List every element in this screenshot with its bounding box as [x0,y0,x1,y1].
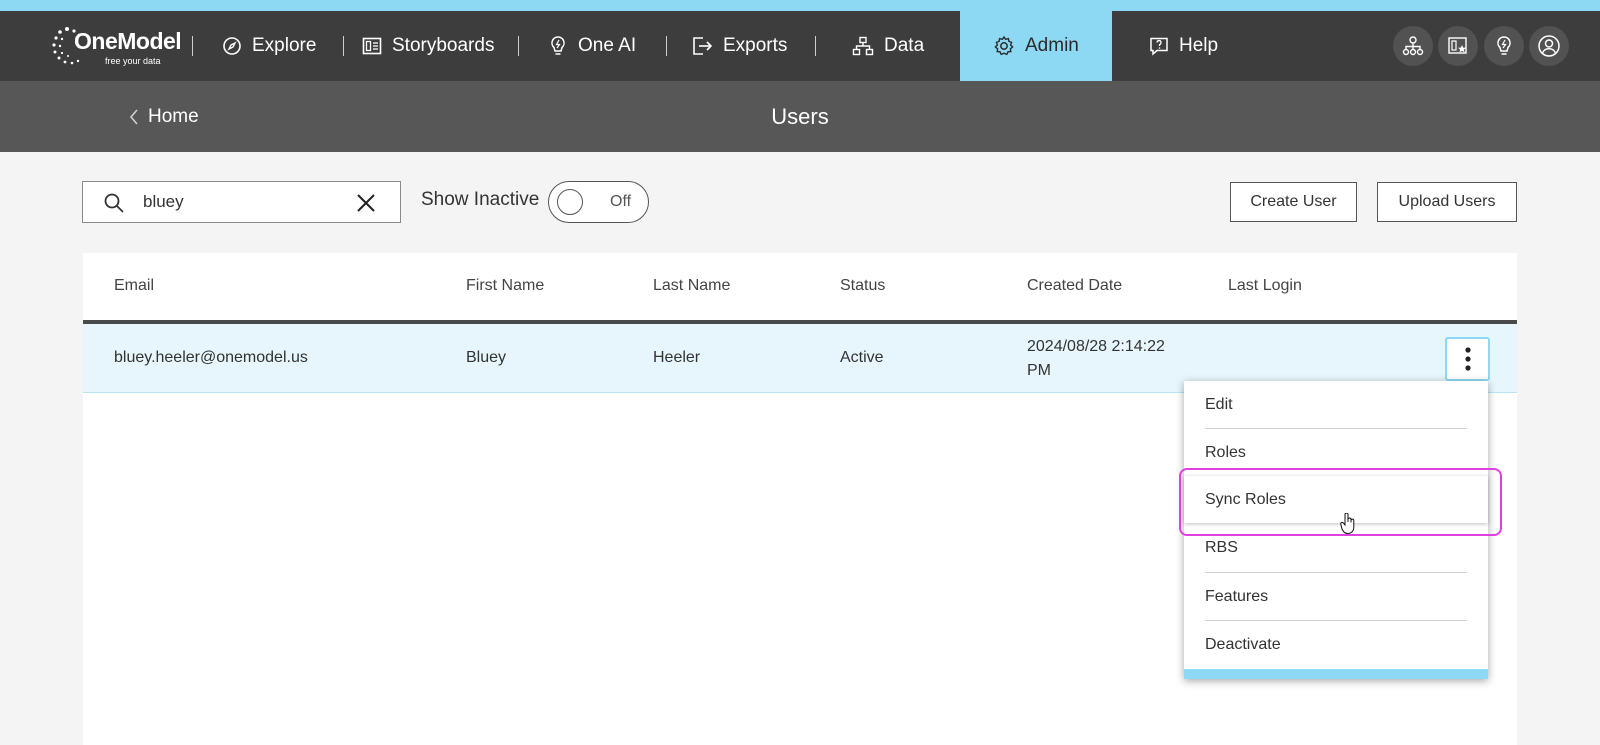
menu-item-deactivate[interactable]: Deactivate [1184,621,1488,668]
top-accent-strip [0,0,1600,11]
cell-status: Active [840,349,884,366]
show-inactive-toggle[interactable]: Off [548,181,649,223]
cell-created-date: 2024/08/28 2:14:22 PM [1027,335,1165,383]
page-header-bar: Home Users [0,81,1600,152]
nav-separator [192,36,193,56]
cell-first-name: Bluey [466,349,507,366]
page-title: Users [771,103,829,129]
favorite-storyboards-button[interactable] [1438,26,1478,66]
search-icon [104,193,124,213]
back-home-label: Home [148,105,199,127]
clear-search-button[interactable] [353,190,379,216]
back-home-link[interactable]: Home [128,81,199,152]
show-inactive-label: Show Inactive [421,189,540,210]
row-actions-button[interactable] [1445,337,1490,381]
menu-item-features[interactable]: Features [1184,573,1488,620]
org-chart-button[interactable] [1393,26,1433,66]
hand-cursor-icon [1340,513,1355,535]
nav-one-ai[interactable]: One AI [548,11,636,81]
chevron-left-icon [129,108,138,125]
kebab-menu-icon [1464,347,1471,371]
nav-data-label: Data [884,35,925,56]
nav-separator [815,36,816,56]
nav-admin-label: Admin [1025,35,1079,56]
gear-icon [994,35,1014,56]
storyboard-icon [362,37,382,55]
nav-explore-label: Explore [252,35,317,56]
nav-admin[interactable]: Admin [960,11,1112,81]
nav-separator [518,36,519,56]
logo-wordmark: OneModel [74,28,182,54]
column-header-email[interactable]: Email [114,277,154,295]
nav-help-label: Help [1179,35,1219,56]
column-header-created-date[interactable]: Created Date [1027,277,1122,295]
nav-data[interactable]: Data [852,11,924,81]
nav-one-ai-label: One AI [578,35,637,56]
toggle-knob [557,189,583,215]
created-date-line2: PM [1027,362,1051,379]
compass-icon [223,37,241,55]
nav-exports-label: Exports [723,35,788,56]
user-profile-icon [1538,35,1560,57]
user-search-box [82,181,401,223]
toggle-state-label: Off [610,193,632,210]
starred-storyboard-icon [1448,37,1467,54]
nav-storyboards-label: Storyboards [392,35,495,56]
user-profile-button[interactable] [1529,26,1569,66]
menu-item-edit[interactable]: Edit [1184,381,1488,428]
nav-explore[interactable]: Explore [222,11,316,81]
column-header-status[interactable]: Status [840,277,885,295]
onemodel-logo[interactable]: OneModel free your data [52,25,182,69]
close-icon [357,194,375,212]
menu-footer-bar [1184,669,1488,679]
nav-separator [666,36,667,56]
export-icon [693,37,713,55]
logo-tagline: free your data [105,56,161,66]
org-chart-icon [1402,36,1424,56]
insights-button[interactable] [1484,26,1524,66]
nav-storyboards[interactable]: Storyboards [362,11,494,81]
cell-email: bluey.heeler@onemodel.us [114,349,308,366]
lightbulb-icon [1497,36,1511,55]
hierarchy-icon [852,36,874,56]
help-icon [1150,37,1168,56]
search-input[interactable] [143,190,343,214]
column-header-last-login[interactable]: Last Login [1228,277,1302,295]
column-header-first-name[interactable]: First Name [466,277,544,295]
nav-help[interactable]: Help [1149,11,1218,81]
top-navbar: OneModel free your data Explore Storyboa… [0,11,1600,81]
lightbulb-icon [551,36,565,55]
create-user-button[interactable]: Create User [1230,182,1357,222]
cell-last-name: Heeler [653,349,701,366]
nav-exports[interactable]: Exports [691,11,787,81]
created-date-line1: 2024/08/28 2:14:22 [1027,338,1165,355]
nav-separator [343,36,344,56]
upload-users-button[interactable]: Upload Users [1377,182,1517,222]
column-header-last-name[interactable]: Last Name [653,277,730,295]
